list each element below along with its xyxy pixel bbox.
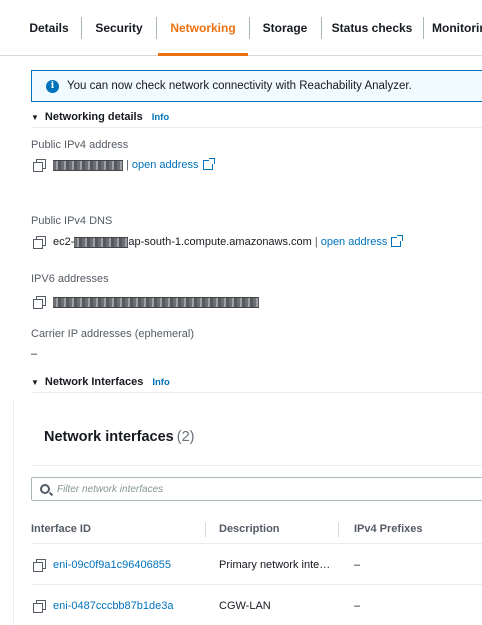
panel-divider bbox=[31, 465, 482, 466]
copy-icon[interactable] bbox=[33, 159, 46, 172]
carrier-ip-text: – bbox=[31, 348, 38, 360]
column-separator[interactable] bbox=[205, 522, 206, 537]
separator: | bbox=[126, 159, 129, 171]
separator: | bbox=[314, 236, 318, 248]
external-link-icon[interactable] bbox=[391, 235, 404, 247]
dns-suffix: ap-south-1.compute.amazonaws.com bbox=[128, 236, 312, 248]
filter-box bbox=[31, 477, 482, 501]
dns-prefix: ec2- bbox=[53, 236, 75, 248]
tab-separator bbox=[423, 17, 424, 39]
tab-networking[interactable]: Networking bbox=[157, 0, 249, 56]
redacted-ipv6 bbox=[53, 296, 259, 308]
column-separator[interactable] bbox=[338, 522, 339, 537]
public-ipv4-value: | open address bbox=[31, 158, 215, 172]
caret-down-icon: ▼ bbox=[31, 377, 39, 387]
panel-count: (2) bbox=[176, 429, 195, 445]
tab-status-checks[interactable]: Status checks bbox=[322, 0, 422, 56]
public-dns-value: ec2- ap-south-1.compute.amazonaws.com | … bbox=[31, 235, 404, 249]
tab-details[interactable]: Details bbox=[18, 0, 80, 56]
interface-id-link[interactable]: eni-0487cccbb87b1de3a bbox=[53, 600, 174, 612]
networking-details-info-link[interactable]: Info bbox=[152, 112, 169, 123]
ipv6-label: IPV6 addresses bbox=[31, 273, 109, 285]
filter-network-interfaces-input[interactable] bbox=[57, 483, 457, 495]
active-tab-indicator bbox=[158, 53, 248, 56]
network-interfaces-info-link[interactable]: Info bbox=[152, 377, 169, 388]
alert-text: You can now check network connectivity w… bbox=[67, 80, 412, 92]
networking-details-toggle[interactable]: ▼ Networking details Info bbox=[31, 111, 169, 123]
copy-icon[interactable] bbox=[33, 600, 46, 613]
search-icon bbox=[40, 484, 50, 494]
description-cell: Primary network inte… bbox=[219, 559, 331, 571]
interface-id-cell[interactable]: eni-09c0f9a1c96406855 bbox=[31, 545, 171, 585]
panel-title-text: Network interfaces bbox=[44, 429, 174, 445]
redacted-dns bbox=[74, 236, 129, 248]
copy-icon[interactable] bbox=[33, 559, 46, 572]
column-header-ipv4-prefixes[interactable]: IPv4 Prefixes bbox=[354, 514, 423, 544]
tab-monitoring[interactable]: Monitoring bbox=[432, 0, 482, 56]
network-interfaces-heading: Network Interfaces bbox=[44, 376, 144, 388]
caret-down-icon: ▼ bbox=[31, 112, 39, 122]
table-row: eni-09c0f9a1c96406855 Primary network in… bbox=[31, 545, 482, 585]
public-ipv4-label: Public IPv4 address bbox=[31, 139, 129, 151]
ipv4-prefixes-cell: – bbox=[354, 600, 361, 612]
open-address-link[interactable]: open address bbox=[132, 159, 199, 171]
column-header-interface-id[interactable]: Interface ID bbox=[31, 514, 91, 544]
copy-icon[interactable] bbox=[33, 236, 46, 249]
section-divider bbox=[31, 392, 482, 393]
public-dns-label: Public IPv4 DNS bbox=[31, 215, 113, 227]
carrier-ip-label: Carrier IP addresses (ephemeral) bbox=[31, 328, 195, 340]
tab-storage[interactable]: Storage bbox=[250, 0, 320, 56]
carrier-ip-value: – bbox=[31, 348, 37, 360]
networking-details-heading: Networking details bbox=[44, 111, 143, 123]
interface-id-link[interactable]: eni-09c0f9a1c96406855 bbox=[53, 559, 171, 571]
tab-monitoring-label: Monitoring bbox=[432, 21, 482, 35]
reachability-alert: i You can now check network connectivity… bbox=[31, 70, 482, 102]
description-cell: CGW-LAN bbox=[219, 600, 271, 612]
column-header-description[interactable]: Description bbox=[219, 514, 280, 544]
interface-id-cell[interactable]: eni-0487cccbb87b1de3a bbox=[31, 586, 174, 625]
redacted-ip bbox=[53, 159, 123, 171]
info-icon: i bbox=[46, 79, 59, 93]
ipv4-prefixes-cell: – bbox=[354, 559, 361, 571]
external-link-icon[interactable] bbox=[202, 158, 215, 170]
panel-title: Network interfaces (2) bbox=[44, 429, 194, 445]
network-interfaces-toggle[interactable]: ▼ Network Interfaces Info bbox=[31, 376, 170, 388]
tab-security[interactable]: Security bbox=[82, 0, 156, 56]
table-row: eni-0487cccbb87b1de3a CGW-LAN – bbox=[31, 586, 482, 625]
section-divider bbox=[31, 127, 482, 128]
detail-tabs: Details Security Networking Storage Stat… bbox=[0, 0, 482, 56]
ipv6-value bbox=[31, 296, 259, 309]
table-header: Interface ID Description IPv4 Prefixes bbox=[31, 514, 482, 544]
copy-icon[interactable] bbox=[33, 296, 46, 309]
open-address-link[interactable]: open address bbox=[321, 236, 388, 248]
